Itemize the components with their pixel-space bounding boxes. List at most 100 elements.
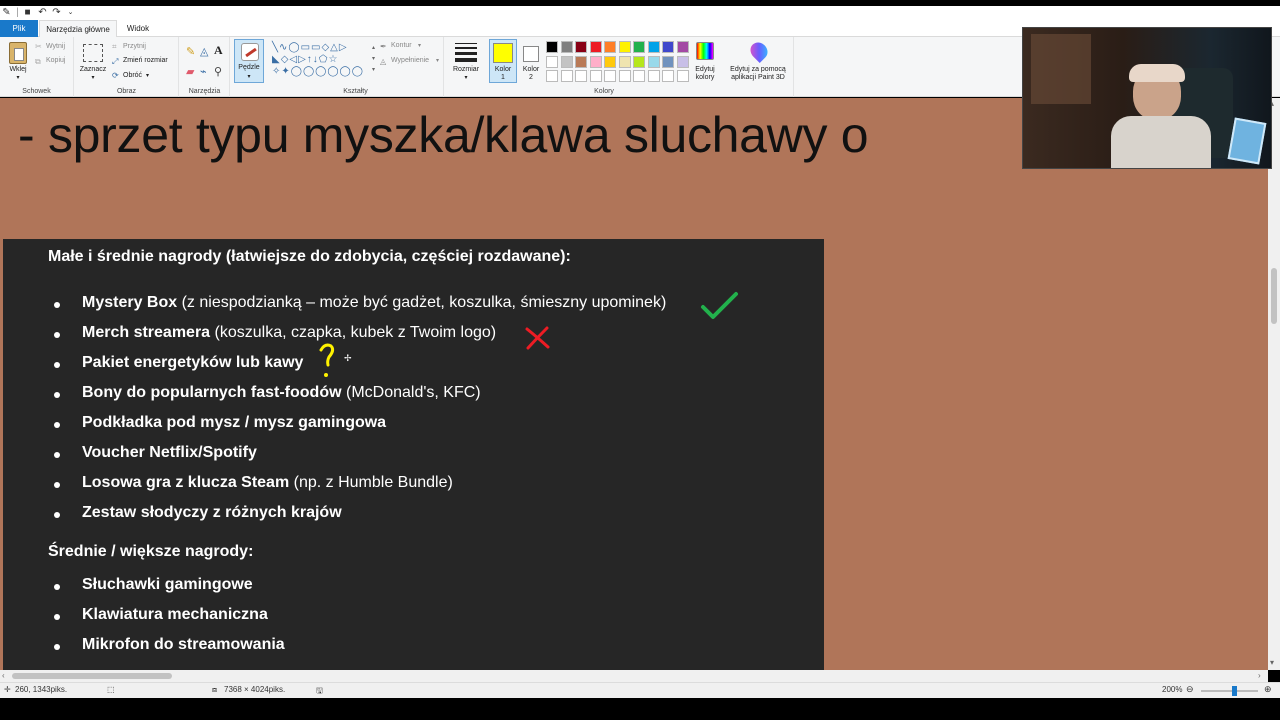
list-item-bold: Merch streamera <box>82 324 211 341</box>
select-dropdown-icon[interactable]: ▾ <box>88 74 98 81</box>
brushes-dropdown-icon[interactable]: ▾ <box>244 73 254 80</box>
color1-group: Kolor 1 <box>488 37 518 97</box>
list-item-bold: Klawiatura mechaniczna <box>82 606 268 623</box>
quick-access-menu-icon[interactable]: ⌄ <box>65 7 76 18</box>
edit-colors-button[interactable]: Edytuj <box>690 66 720 73</box>
fill-dropdown-icon[interactable]: ▾ <box>436 57 439 64</box>
color-swatch[interactable] <box>560 41 573 53</box>
color-swatch[interactable] <box>662 70 674 82</box>
color-swatch[interactable] <box>604 41 616 53</box>
color-swatch[interactable] <box>589 55 602 68</box>
paste-dropdown-icon[interactable]: ▾ <box>13 74 23 81</box>
status-bar: ✛ 260, 1343piks. ⬚ ⧈ 7368 × 4024piks. 🖫 … <box>0 682 1280 698</box>
resize-button[interactable]: Zmień rozmiar <box>123 57 168 64</box>
paint3d-icon[interactable] <box>746 38 772 64</box>
color-swatch[interactable] <box>575 55 587 68</box>
zoom-out-icon[interactable]: ⊖ <box>1186 684 1194 695</box>
color-swatch[interactable] <box>560 70 573 82</box>
color-swatch[interactable] <box>560 55 573 68</box>
scroll-right-icon[interactable]: › <box>1258 671 1261 681</box>
canvas-title-text: - sprzet typu myszka/klawa sluchawy o <box>18 107 869 163</box>
redo-icon[interactable]: ↷ <box>51 7 62 18</box>
outline-button[interactable]: Kontur <box>391 42 412 49</box>
brushes-label[interactable]: Pędzle <box>234 64 264 71</box>
green-checkmark-annotation <box>701 292 738 319</box>
color-swatch[interactable] <box>589 41 602 53</box>
scroll-left-icon[interactable]: ‹ <box>2 671 5 681</box>
color-swatch[interactable] <box>662 41 674 53</box>
bullet-icon <box>54 584 60 590</box>
copy-button[interactable]: Kopiuj <box>46 57 65 64</box>
vertical-scroll-thumb[interactable] <box>1271 268 1277 324</box>
color-swatch[interactable] <box>618 55 631 68</box>
eraser-icon[interactable]: ▰ <box>186 65 194 78</box>
color-swatch[interactable] <box>604 70 616 82</box>
color-swatch[interactable] <box>633 55 645 68</box>
vertical-scrollbar[interactable]: ▴ ▾ <box>1268 98 1280 670</box>
color-swatch[interactable] <box>618 41 631 53</box>
color-swatch[interactable] <box>589 70 602 82</box>
color-swatch[interactable] <box>647 41 660 53</box>
tab-view[interactable]: Widok <box>118 20 158 37</box>
fill-button[interactable]: Wypełnienie <box>391 57 429 64</box>
tab-file[interactable]: Plik <box>0 20 38 37</box>
color-swatch[interactable] <box>575 70 587 82</box>
color-swatch[interactable] <box>575 41 587 53</box>
color-swatch[interactable] <box>546 41 558 53</box>
color-swatch[interactable] <box>633 41 645 53</box>
fill-bucket-icon[interactable]: ◬ <box>200 45 208 58</box>
copy-icon: ⧉ <box>35 57 41 66</box>
cut-button[interactable]: Wytnij <box>46 43 65 50</box>
select-button[interactable]: Zaznacz <box>77 66 109 73</box>
crop-button[interactable]: Przytnij <box>123 43 146 50</box>
zoom-in-icon[interactable]: ⊕ <box>1264 684 1272 695</box>
color-swatch[interactable] <box>633 70 645 82</box>
line-size-icon[interactable] <box>455 43 477 63</box>
color-swatch[interactable] <box>546 55 558 68</box>
color-picker-icon[interactable]: ⌁ <box>200 65 207 78</box>
paste-button[interactable]: Wklej <box>4 66 32 73</box>
webcam-overlay <box>1022 27 1272 169</box>
shapes-scroll-icon[interactable]: ▴ ▾ ▾ <box>372 43 375 76</box>
horizontal-scroll-thumb[interactable] <box>12 673 172 679</box>
color-swatch[interactable] <box>546 70 558 82</box>
color1-swatch[interactable] <box>493 43 513 63</box>
text-icon[interactable]: A <box>214 43 223 58</box>
color-swatch[interactable] <box>662 55 674 68</box>
horizontal-scrollbar[interactable]: ‹ › <box>0 670 1268 682</box>
zoom-slider-thumb[interactable] <box>1232 686 1237 696</box>
tab-home[interactable]: Narzędzia główne <box>39 20 117 37</box>
paste-icon[interactable] <box>9 42 27 64</box>
size-group: Rozmiar ▾ <box>445 37 487 97</box>
tools-group-label: Narzędzia <box>188 88 221 95</box>
color2-swatch[interactable] <box>523 46 539 62</box>
color-swatch[interactable] <box>647 55 660 68</box>
scroll-down-icon[interactable]: ▾ <box>1270 658 1274 668</box>
pencil-icon[interactable]: ✎ <box>186 45 195 58</box>
outline-dropdown-icon[interactable]: ▾ <box>418 42 421 49</box>
edit-colors-icon[interactable] <box>696 42 714 60</box>
color-swatch[interactable] <box>647 70 660 82</box>
save-icon[interactable]: ■ <box>22 7 33 18</box>
shapes-gallery[interactable]: ╲∿◯▭▭◇△▷ ◣◇◁▷↑↓⬠☆ ✧✦◯◯◯◯◯◯ <box>272 42 372 80</box>
bullet-icon <box>54 332 60 338</box>
color-swatch[interactable] <box>676 70 689 82</box>
color-swatch[interactable] <box>676 41 689 53</box>
zoom-slider[interactable] <box>1201 690 1258 692</box>
list-item: Mikrofon do streamowania <box>82 636 285 654</box>
color-swatch[interactable] <box>618 70 631 82</box>
list-item-bold: Mikrofon do streamowania <box>82 636 285 653</box>
select-icon[interactable] <box>83 44 103 62</box>
size-dropdown-icon[interactable]: ▾ <box>461 74 471 81</box>
drawing-canvas[interactable]: - sprzet typu myszka/klawa sluchawy o Ma… <box>0 98 1268 670</box>
list-item: Voucher Netflix/Spotify <box>82 444 257 462</box>
color-swatch[interactable] <box>676 55 689 68</box>
tools-group: ✎ ◬ A ▰ ⌁ ⚲ Narzędzia <box>180 37 230 97</box>
magnifier-icon[interactable]: ⚲ <box>214 65 222 78</box>
color-swatch[interactable] <box>604 55 616 68</box>
rotate-dropdown-icon[interactable]: ▾ <box>146 72 149 79</box>
rotate-button[interactable]: Obróć <box>123 72 142 79</box>
undo-icon[interactable]: ↶ <box>37 7 48 18</box>
size-button[interactable]: Rozmiar <box>445 66 487 73</box>
paint3d-button[interactable]: Edytuj za pomocą <box>720 66 796 73</box>
